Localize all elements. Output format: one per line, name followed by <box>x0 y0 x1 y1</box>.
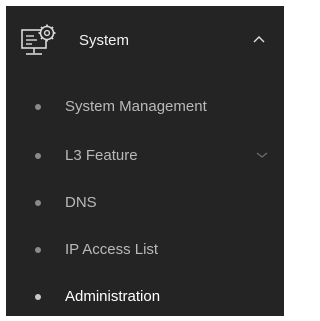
sidebar-item-label: DNS <box>65 194 97 211</box>
sidebar-item-label: Administration <box>65 288 161 305</box>
bullet-icon <box>35 294 41 300</box>
chevron-down-icon[interactable] <box>256 151 268 159</box>
sidebar-item-system-management[interactable]: System Management <box>6 87 284 127</box>
bullet-icon <box>35 104 41 110</box>
group-title: System <box>79 32 130 49</box>
bullet-icon <box>35 247 41 253</box>
system-settings-icon <box>21 24 56 55</box>
system-group-header[interactable]: System <box>6 6 284 78</box>
sidebar-item-administration[interactable]: Administration <box>6 277 284 317</box>
chevron-up-icon[interactable] <box>252 34 266 44</box>
sidebar-item-label: System Management <box>65 98 207 115</box>
sidebar-item-label: IP Access List <box>65 241 159 258</box>
bullet-icon <box>35 200 41 206</box>
bullet-icon <box>35 153 41 159</box>
sidebar-item-ip-access-list[interactable]: IP Access List <box>6 230 284 270</box>
sidebar-item-l3-feature[interactable]: L3 Feature <box>6 136 284 176</box>
sidebar-item-label: L3 Feature <box>65 147 138 164</box>
sidebar-item-dns[interactable]: DNS <box>6 183 284 223</box>
sidebar-nav: System System Management L3 Feature DNS … <box>6 6 284 316</box>
